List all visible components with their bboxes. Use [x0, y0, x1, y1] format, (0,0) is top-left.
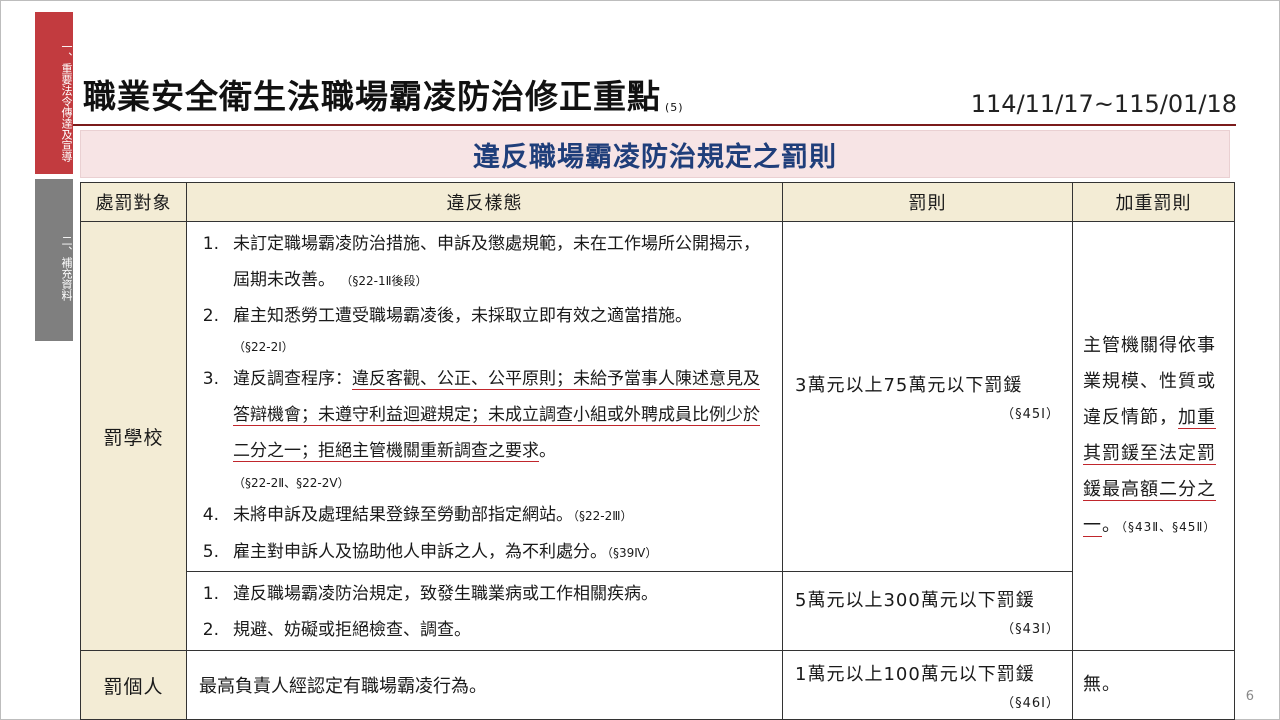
violation-group-1: 1. 未訂定職場霸凌防治措施、申訴及懲處規範，未在工作場所公開揭示，屆期未改善。…: [186, 221, 783, 572]
list-item: 5. 雇主對申訴人及協助他人申訴之人，為不利處分。（§39Ⅳ）: [202, 542, 658, 562]
penalty-amount: 1萬元以上100萬元以下罰鍰: [795, 663, 1035, 685]
list-item: 4. 未將申訴及處理結果登錄至勞動部指定網站。（§22-2Ⅲ）: [202, 505, 633, 525]
table-row: 罰學校 1. 未訂定職場霸凌防治措施、申訴及懲處規範，未在工作場所公開揭示，屆期…: [80, 221, 1235, 651]
penalty-group-2: 5萬元以上300萬元以下罰鍰 （§43Ⅰ）: [782, 571, 1073, 651]
list-item: 2. 規避、妨礙或拒絕檢查、調查。: [202, 620, 471, 640]
list-item: 1. 違反職場霸凌防治規定，致發生職業病或工作相關疾病。: [202, 584, 658, 604]
section-tab-legal-notice[interactable]: 一、重要法令傳達及宣導: [35, 12, 73, 174]
header-penalty: 罰則: [782, 182, 1073, 222]
page-title-sup: (5): [665, 101, 684, 114]
legal-reference: （§43Ⅱ、§45Ⅱ）: [1121, 519, 1217, 534]
header-violation: 違反樣態: [186, 182, 783, 222]
legal-reference: （§22-2Ⅱ、§22-2Ⅴ）: [233, 476, 350, 490]
section-subtitle: 違反職場霸凌防治規定之罰則: [80, 130, 1230, 178]
section-tab-supplementary[interactable]: 二、補充資料: [35, 179, 73, 341]
date-period: 114/11/17~115/01/18: [970, 90, 1237, 118]
extra-penalty-person: 無。: [1072, 650, 1235, 720]
page-number: 6: [1245, 689, 1254, 704]
table-row: 1. 違反職場霸凌防治規定，致發生職業病或工作相關疾病。 2. 規避、妨礙或拒絕…: [81, 571, 1235, 651]
target-school: 罰學校: [80, 221, 187, 651]
title-divider: [73, 124, 1236, 126]
table-header-row: 處罰對象 違反樣態 罰則 加重罰則: [80, 182, 1235, 222]
list-item: 3. 違反調查程序：違反客觀、公正、公平原則；未給予當事人陳述意見及答辯機會；未…: [202, 369, 760, 462]
penalty-group-1: 3萬元以上75萬元以下罰鍰 （§45Ⅰ）: [782, 221, 1073, 572]
header-target: 處罰對象: [80, 182, 187, 222]
penalty-amount: 5萬元以上300萬元以下罰鍰: [795, 589, 1035, 611]
penalty-reference: （§46Ⅰ）: [1001, 695, 1060, 711]
violation-person: 最高負責人經認定有職場霸凌行為。: [186, 650, 783, 720]
header-extra-penalty: 加重罰則: [1072, 182, 1235, 222]
penalty-reference: （§45Ⅰ）: [1001, 407, 1060, 422]
penalty-person: 1萬元以上100萬元以下罰鍰 （§46Ⅰ）: [782, 650, 1073, 720]
table-row: 罰個人 最高負責人經認定有職場霸凌行為。 1萬元以上100萬元以下罰鍰 （§46…: [80, 650, 1235, 720]
page-title: 職業安全衛生法職場霸凌防治修正重點 (5): [83, 70, 684, 118]
violation-group-2: 1. 違反職場霸凌防治規定，致發生職業病或工作相關疾病。 2. 規避、妨礙或拒絕…: [186, 571, 783, 651]
list-item: 2. 雇主知悉勞工遭受職場霸凌後，未採取立即有效之適當措施。: [202, 306, 692, 326]
target-person: 罰個人: [80, 650, 187, 720]
list-item: 1. 未訂定職場霸凌防治措施、申訴及懲處規範，未在工作場所公開揭示，屆期未改善。…: [202, 234, 760, 290]
penalty-table: 處罰對象 違反樣態 罰則 加重罰則 罰學校 1. 未訂定職場霸凌防治措施、申訴及…: [80, 182, 1235, 720]
extra-penalty-school: 主管機關得依事業規模、性質或違反情節，加重其罰鍰至法定罰鍰最高額二分之一。（§4…: [1072, 221, 1235, 651]
penalty-amount: 3萬元以上75萬元以下罰鍰: [795, 375, 1023, 396]
penalty-reference: （§43Ⅰ）: [1001, 621, 1060, 637]
page-title-text: 職業安全衛生法職場霸凌防治修正重點: [83, 77, 661, 116]
legal-reference: （§22-2Ⅰ）: [233, 340, 294, 354]
